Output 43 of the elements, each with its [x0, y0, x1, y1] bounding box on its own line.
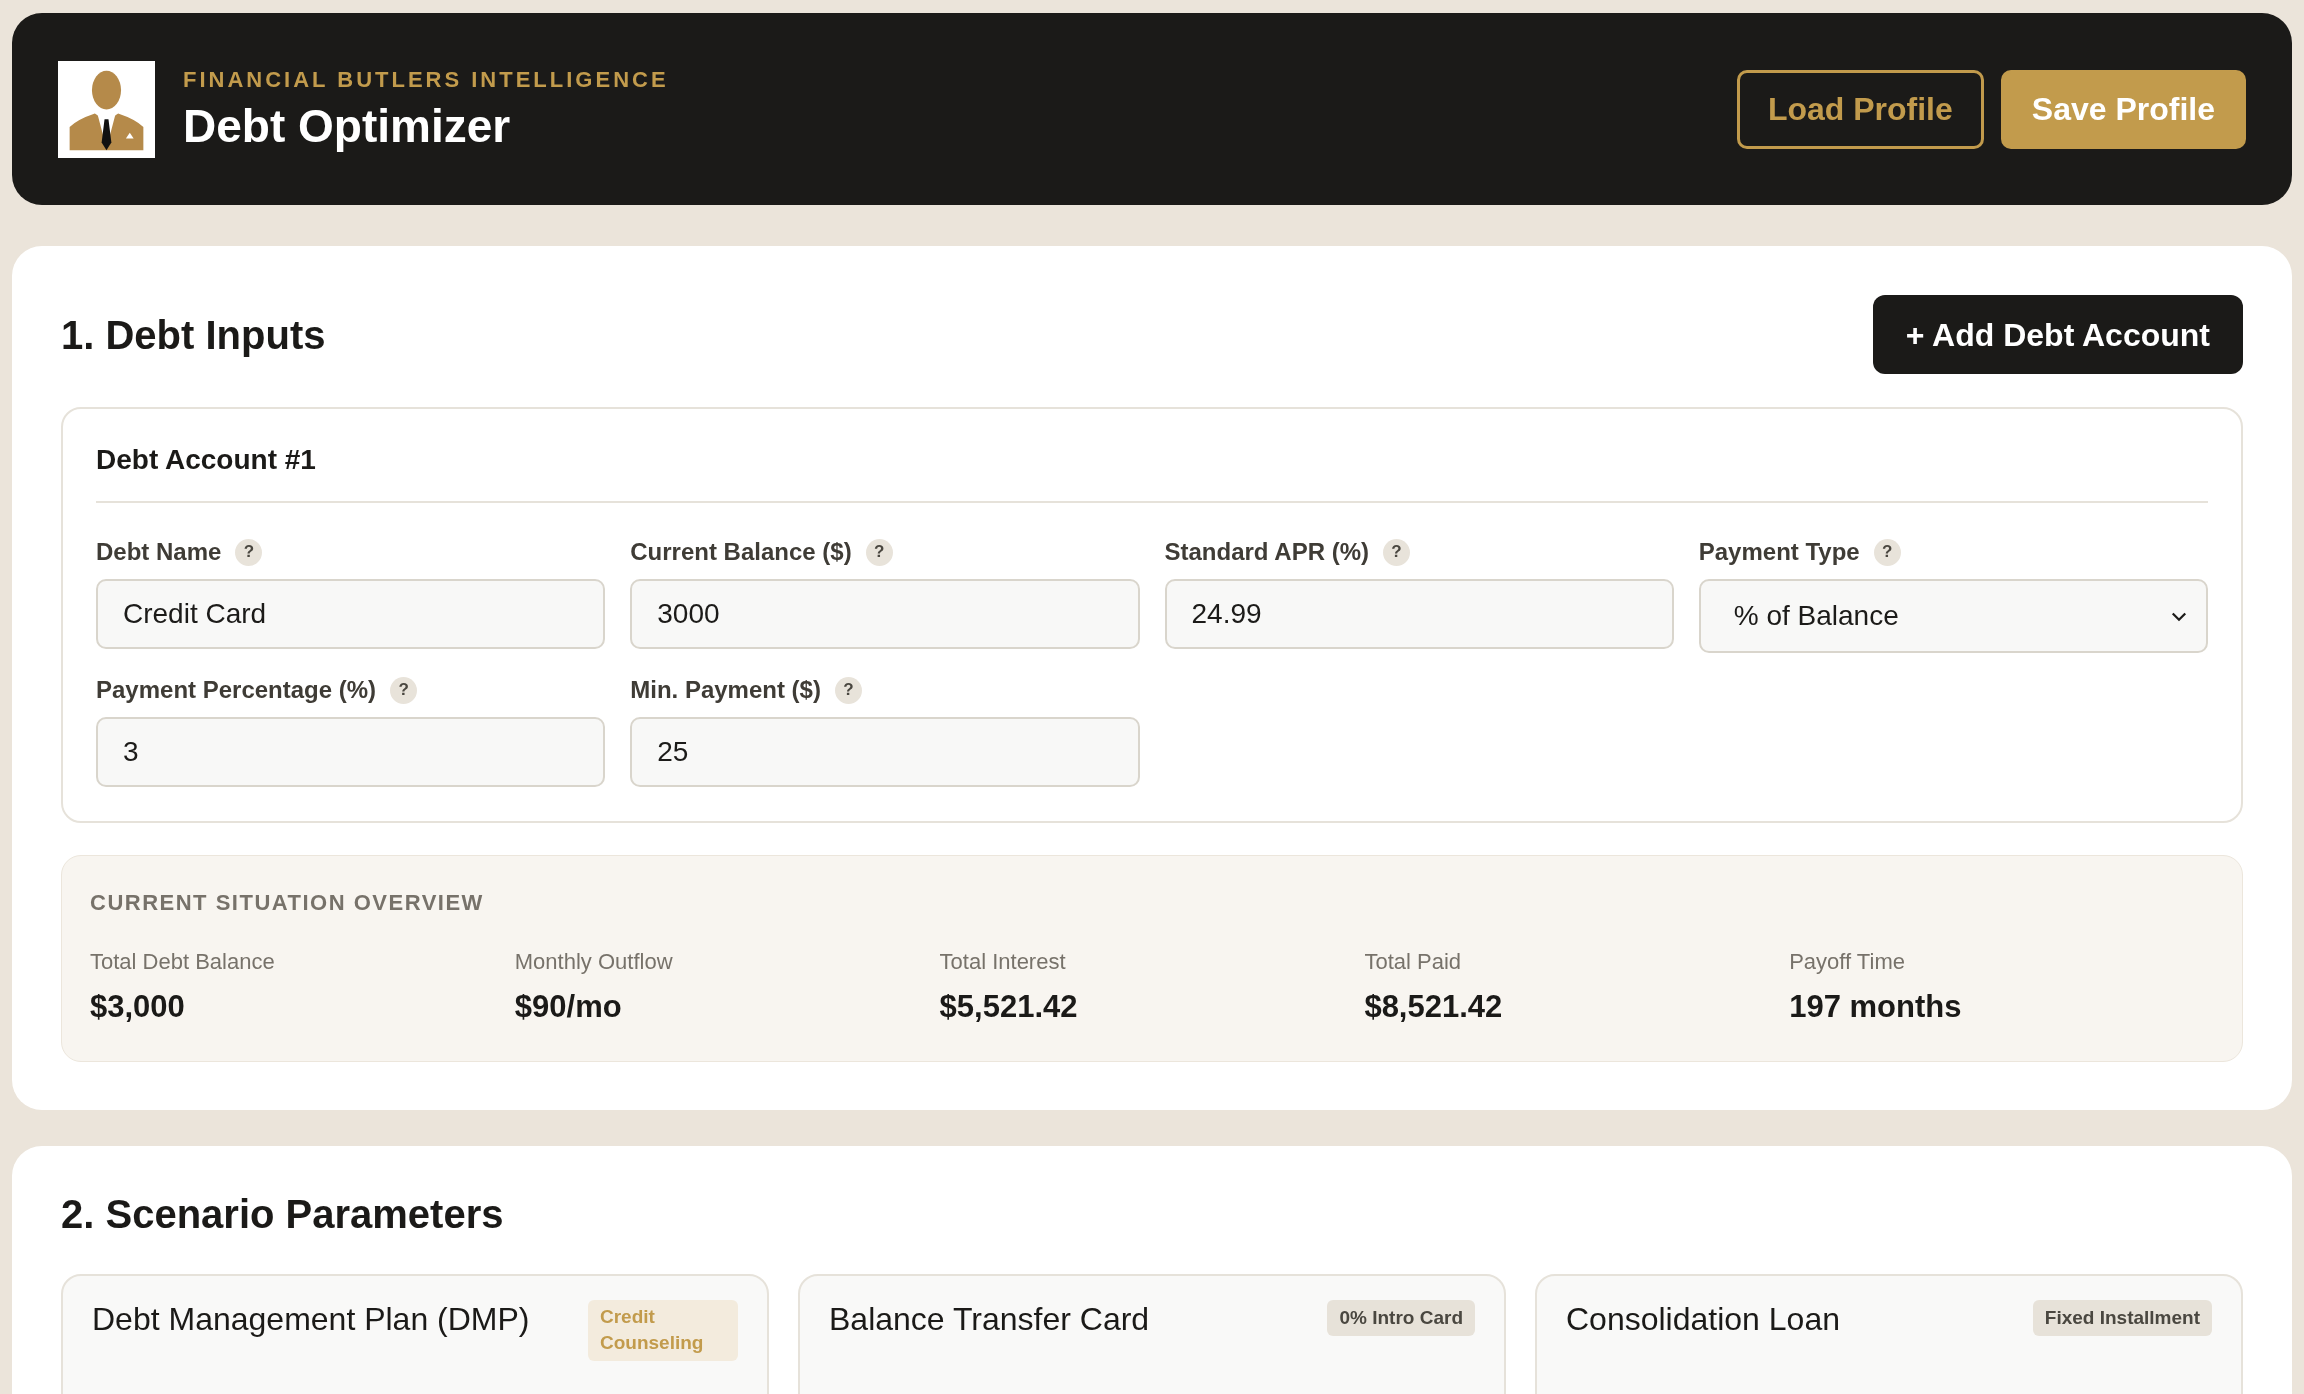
scenario-title: Balance Transfer Card	[829, 1299, 1150, 1338]
help-icon[interactable]: ?	[390, 676, 418, 704]
help-icon[interactable]: ?	[235, 538, 263, 566]
section-title: 1. Debt Inputs	[61, 311, 326, 359]
field-label: Min. Payment ($)	[630, 675, 821, 705]
section-title: 2. Scenario Parameters	[61, 1190, 505, 1238]
field-label: Standard APR (%)	[1164, 537, 1369, 567]
text-field[interactable]: Credit Card	[96, 579, 606, 649]
text-field[interactable]: 3000	[630, 579, 1140, 649]
stat-label: Total Paid	[1364, 948, 1462, 976]
overview-title: CURRENT SITUATION OVERVIEW	[90, 889, 485, 917]
help-icon[interactable]: ?	[1382, 538, 1410, 566]
stat-label: Total Interest	[939, 948, 1067, 976]
text-field[interactable]: 25	[630, 717, 1140, 787]
scenario-tag: Credit Counseling	[588, 1299, 738, 1361]
scenario-title: Consolidation Loan	[1566, 1299, 1840, 1338]
stat-value: $8,521.42	[1364, 988, 1504, 1026]
stat-label: Total Debt Balance	[90, 948, 276, 976]
field-label: Payment Type	[1698, 537, 1860, 567]
app-title: Debt Optimizer	[183, 98, 512, 154]
scenario-tag: Fixed Installment	[2032, 1299, 2212, 1336]
stat-value: $90/mo	[514, 988, 623, 1026]
brand-eyebrow: FINANCIAL BUTLERS INTELLIGENCE	[183, 65, 669, 94]
help-icon[interactable]: ?	[834, 676, 862, 704]
text-field[interactable]: 3	[96, 717, 606, 787]
field-label: Debt Name	[96, 537, 222, 567]
stat-value: $3,000	[90, 988, 186, 1026]
add-debt-account-button[interactable]: + Add Debt Account	[1872, 295, 2243, 374]
butler-logo-icon	[58, 60, 155, 158]
account-title: Debt Account #1	[96, 439, 2208, 503]
select-field[interactable]: % of Balance	[1698, 579, 2208, 653]
stat-label: Monthly Outflow	[514, 948, 674, 976]
stat-value: $5,521.42	[939, 988, 1079, 1026]
scenario-title: Debt Management Plan (DMP)	[92, 1299, 530, 1338]
stat-value: 197 months	[1789, 988, 1963, 1026]
help-icon[interactable]: ?	[865, 538, 893, 566]
load-profile-button[interactable]: Load Profile	[1736, 69, 1984, 149]
text-field[interactable]: 24.99	[1164, 579, 1674, 649]
field-label: Current Balance ($)	[630, 537, 852, 567]
help-icon[interactable]: ?	[1873, 538, 1901, 566]
scenario-tag: 0% Intro Card	[1327, 1299, 1475, 1336]
field-label: Payment Percentage (%)	[96, 675, 377, 705]
stat-label: Payoff Time	[1789, 948, 1906, 976]
